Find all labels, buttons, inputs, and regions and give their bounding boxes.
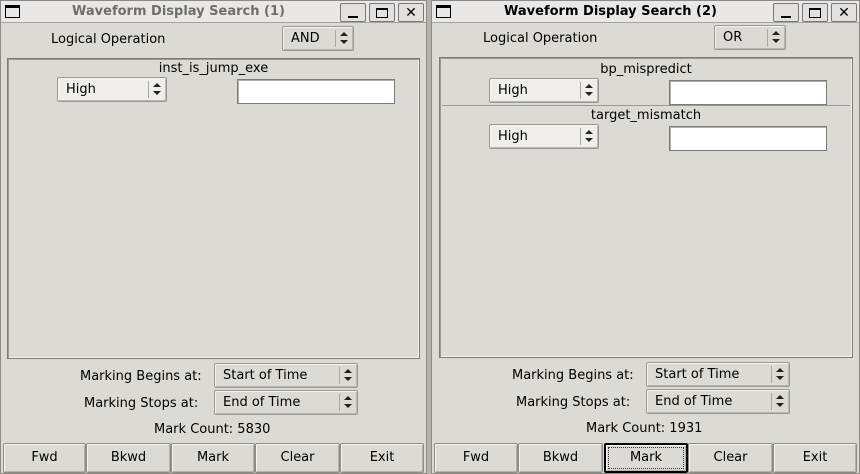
clear-button[interactable]: Clear [688, 443, 773, 473]
bkwd-button[interactable]: Bkwd [86, 443, 171, 473]
marking-begins-label: Marking Begins at: [512, 368, 634, 383]
up-down-arrows-icon [338, 27, 350, 50]
combo-separator [335, 30, 336, 47]
marking-begins-select[interactable]: Start of Time [646, 362, 790, 387]
minimize-button[interactable] [773, 3, 799, 22]
close-icon: ✕ [405, 4, 417, 21]
window-menu-icon[interactable] [5, 5, 20, 18]
signal-condition-value: High [498, 83, 528, 98]
close-button[interactable]: ✕ [831, 3, 857, 22]
up-down-arrows-icon [583, 79, 595, 102]
clear-button[interactable]: Clear [255, 443, 340, 473]
search-window-2: Waveform Display Search (2) ✕ Logical Op… [431, 0, 860, 474]
minimize-icon [348, 15, 358, 18]
search-window-1: Waveform Display Search (1) ✕ Logical Op… [0, 0, 427, 474]
marking-begins-select[interactable]: Start of Time [214, 363, 358, 388]
maximize-icon [809, 7, 821, 18]
fwd-button[interactable]: Fwd [434, 443, 518, 473]
combo-separator [771, 366, 772, 383]
logical-operation-value: AND [291, 31, 320, 46]
signal-list-panel: inst_is_jump_exe High [7, 58, 420, 359]
exit-button[interactable]: Exit [773, 443, 857, 473]
mark-button[interactable]: Mark [171, 443, 255, 473]
signal-value-input[interactable] [669, 80, 827, 105]
up-down-arrows-icon [770, 26, 782, 49]
title-bar[interactable]: Waveform Display Search (2) ✕ [432, 1, 859, 23]
combo-separator [148, 81, 149, 98]
signal-condition-select[interactable]: High [57, 77, 167, 102]
signal-condition-select[interactable]: High [489, 124, 599, 149]
up-down-arrows-icon [774, 363, 786, 386]
signal-name: inst_is_jump_exe [158, 61, 269, 76]
combo-separator [767, 29, 768, 46]
close-icon: ✕ [838, 4, 850, 21]
signal-condition-value: High [498, 129, 528, 144]
window-title: Waveform Display Search (2) [504, 4, 717, 19]
signal-condition-value: High [66, 82, 96, 97]
logical-operation-label: Logical Operation [51, 32, 166, 47]
logical-operation-value: OR [723, 30, 743, 45]
marking-stops-select[interactable]: End of Time [214, 390, 358, 415]
maximize-button[interactable] [802, 3, 828, 22]
marking-begins-value: Start of Time [655, 367, 740, 382]
window-menu-icon[interactable] [436, 5, 451, 18]
signal-condition-select[interactable]: High [489, 78, 599, 103]
button-row: Fwd Bkwd Mark Clear Exit [434, 443, 857, 473]
signal-value-input[interactable] [669, 126, 827, 151]
signal-list-panel: bp_mispredict High target_mismatch High [439, 57, 853, 358]
up-down-arrows-icon [342, 364, 354, 387]
marking-stops-label: Marking Stops at: [516, 395, 631, 410]
exit-button[interactable]: Exit [340, 443, 424, 473]
up-down-arrows-icon [774, 390, 786, 413]
up-down-arrows-icon [583, 125, 595, 148]
bkwd-button[interactable]: Bkwd [518, 443, 603, 473]
signal-name: target_mismatch [590, 108, 702, 123]
signal-value-input[interactable] [237, 79, 395, 104]
marking-stops-value: End of Time [655, 394, 733, 409]
combo-separator [580, 82, 581, 99]
marking-stops-select[interactable]: End of Time [646, 389, 790, 414]
mark-count: Mark Count: 5830 [154, 422, 271, 437]
marking-begins-label: Marking Begins at: [80, 369, 202, 384]
signal-separator [442, 105, 850, 106]
window-title: Waveform Display Search (1) [72, 4, 285, 19]
combo-separator [580, 128, 581, 145]
minimize-icon [781, 15, 791, 18]
combo-separator [339, 394, 340, 411]
logical-operation-label: Logical Operation [483, 31, 598, 46]
marking-stops-value: End of Time [223, 395, 301, 410]
marking-begins-value: Start of Time [223, 368, 308, 383]
maximize-button[interactable] [369, 3, 395, 22]
signal-name: bp_mispredict [600, 62, 692, 77]
up-down-arrows-icon [151, 78, 163, 101]
close-button[interactable]: ✕ [398, 3, 424, 22]
up-down-arrows-icon [342, 391, 354, 414]
fwd-button[interactable]: Fwd [3, 443, 86, 473]
mark-count: Mark Count: 1931 [586, 421, 703, 436]
maximize-icon [376, 7, 388, 18]
logical-operation-select[interactable]: OR [714, 25, 786, 50]
combo-separator [339, 367, 340, 384]
mark-button[interactable]: Mark [604, 443, 688, 473]
button-row: Fwd Bkwd Mark Clear Exit [3, 443, 424, 473]
title-bar[interactable]: Waveform Display Search (1) ✕ [1, 1, 426, 23]
logical-operation-select[interactable]: AND [282, 26, 354, 51]
combo-separator [771, 393, 772, 410]
minimize-button[interactable] [340, 3, 366, 22]
marking-stops-label: Marking Stops at: [84, 396, 199, 411]
